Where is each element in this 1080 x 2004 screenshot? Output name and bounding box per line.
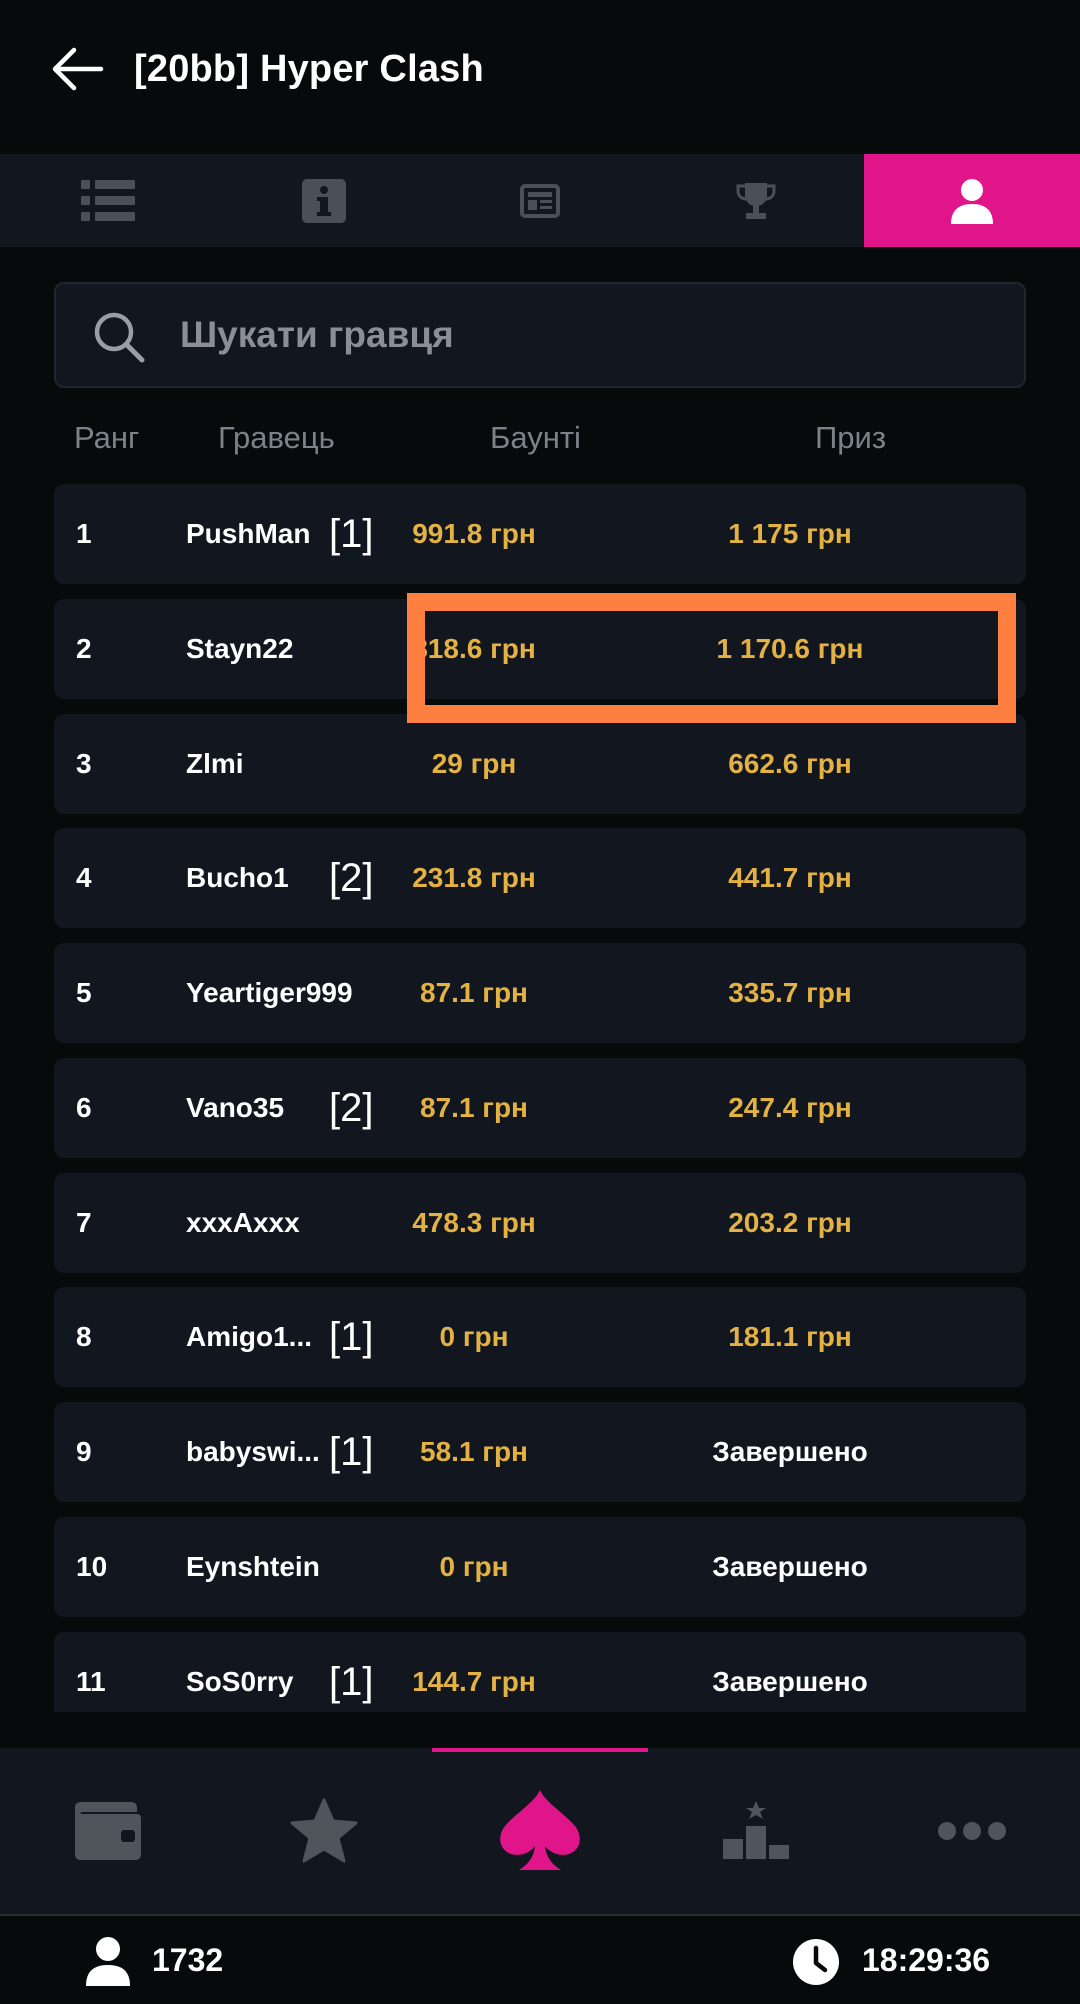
player-cell: Vano35 xyxy=(186,1092,285,1123)
table-row[interactable]: 3 Zlmi 29 грн 662.6 грн xyxy=(54,714,1026,814)
bottom-navigation xyxy=(0,1748,1080,1914)
table-row[interactable]: 8 Amigo1... [1] 0 грн 181.1 грн xyxy=(54,1287,1026,1387)
prize-cell: 1 170.6 грн xyxy=(716,633,864,664)
arrow-left-icon xyxy=(52,47,104,91)
tab-structure[interactable] xyxy=(432,154,648,247)
prize-cell: 203.2 грн xyxy=(728,1207,852,1238)
player-cell: SoS0rry xyxy=(186,1666,294,1697)
player-cell: Eynshtein xyxy=(186,1551,320,1582)
search-icon xyxy=(94,312,145,363)
rank-cell: 11 xyxy=(76,1666,106,1697)
user-count-icon xyxy=(86,1937,130,1986)
player-cell: Stayn22 xyxy=(186,633,294,664)
column-header-bounty: Баунті xyxy=(490,420,581,455)
table-row[interactable]: 7 xxxAxxx 478.3 грн 203.2 грн xyxy=(54,1173,1026,1273)
bounty-cell: 0 грн xyxy=(439,1321,509,1352)
rank-cell: 8 xyxy=(76,1321,92,1352)
nav-wallet[interactable] xyxy=(0,1748,216,1914)
bounty-cell: 58.1 грн xyxy=(420,1436,528,1467)
column-header-rank: Ранг xyxy=(74,420,140,455)
bounty-cell: 29 грн xyxy=(431,748,517,779)
nav-favorites[interactable] xyxy=(216,1748,432,1914)
tab-lobby[interactable] xyxy=(0,154,216,247)
player-cell: Zlmi xyxy=(186,748,244,779)
player-cell: xxxAxxx xyxy=(186,1207,300,1238)
table-row[interactable]: 4 Bucho1 [2] 231.8 грн 441.7 грн xyxy=(54,828,1026,928)
rank-cell: 9 xyxy=(76,1436,92,1467)
search-bar xyxy=(54,282,1026,388)
prize-cell: 1 175 грн xyxy=(728,518,852,549)
table-row[interactable]: 1 PushMan [1] 991.8 грн 1 175 грн xyxy=(54,484,1026,584)
wallet-icon xyxy=(75,1802,141,1860)
prize-cell: 247.4 грн xyxy=(728,1092,852,1123)
rank-cell: 10 xyxy=(76,1551,108,1582)
prize-cell: Завершено xyxy=(712,1436,868,1467)
rank-cell: 6 xyxy=(76,1092,92,1123)
tab-info[interactable] xyxy=(216,154,432,247)
prize-cell: 181.1 грн xyxy=(728,1321,852,1352)
table-row[interactable]: 5 Yeartiger999 87.1 грн 335.7 грн xyxy=(54,943,1026,1043)
page-title: [20bb] Hyper Clash xyxy=(134,48,484,90)
trophy-icon xyxy=(736,182,776,219)
column-header-player: Гравець xyxy=(218,420,335,455)
bounty-cell: 87.1 грн xyxy=(420,977,528,1008)
prize-cell: 441.7 грн xyxy=(728,862,852,893)
nav-more[interactable] xyxy=(864,1748,1080,1914)
players-table[interactable]: 1 PushMan [1] 991.8 грн 1 175 грн 2 Stay… xyxy=(54,484,1026,1712)
table-row[interactable]: 10 Eynshtein 0 грн Завершено xyxy=(54,1517,1026,1617)
nav-poker[interactable] xyxy=(432,1748,648,1914)
table-header: Ранг Гравець Баунті Приз xyxy=(0,412,1080,468)
search-input[interactable] xyxy=(180,284,1000,386)
player-cell: Bucho1 xyxy=(186,862,289,893)
clock-icon xyxy=(793,1939,839,1985)
table-row[interactable]: 11 SoS0rry [1] 144.7 грн Завершено xyxy=(54,1632,1026,1712)
rank-cell: 4 xyxy=(76,862,92,893)
rank-cell: 2 xyxy=(76,633,92,664)
prize-cell: 335.7 грн xyxy=(728,977,852,1008)
prize-cell: Завершено xyxy=(712,1551,868,1582)
status-bar: 1732 18:29:36 xyxy=(0,1914,1080,2004)
more-icon xyxy=(938,1822,1006,1840)
active-indicator xyxy=(432,1748,648,1752)
bounty-cell: 144.7 грн xyxy=(412,1666,536,1697)
rank-cell: 7 xyxy=(76,1207,92,1238)
player-cell: babyswi... xyxy=(186,1436,320,1467)
tournament-tabs xyxy=(0,154,1080,247)
tab-prizes[interactable] xyxy=(648,154,864,247)
player-cell: Yeartiger999 xyxy=(186,977,353,1008)
info-icon xyxy=(302,178,346,223)
table-row[interactable]: 9 babyswi... [1] 58.1 грн Завершено xyxy=(54,1402,1026,1502)
prize-cell: 662.6 грн xyxy=(728,748,852,779)
list-icon xyxy=(81,179,135,221)
rank-cell: 5 xyxy=(76,977,92,1008)
column-header-prize: Приз xyxy=(815,420,887,455)
spade-icon xyxy=(500,1790,580,1870)
player-icon xyxy=(951,178,993,224)
bounty-cell: 231.8 грн xyxy=(412,862,536,893)
table-row[interactable]: 6 Vano35 [2] 87.1 грн 247.4 грн xyxy=(54,1058,1026,1158)
bounty-cell: 991.8 грн xyxy=(412,518,536,549)
rank-cell: 3 xyxy=(76,748,92,779)
bounty-cell: 87.1 грн xyxy=(420,1092,528,1123)
structure-icon xyxy=(520,183,560,218)
bounty-cell: 818.6 грн xyxy=(412,633,536,664)
app-header: [20bb] Hyper Clash xyxy=(0,0,1080,154)
tab-players[interactable] xyxy=(864,154,1080,247)
players-count: 1732 xyxy=(152,1942,224,1978)
star-icon xyxy=(290,1798,358,1863)
player-cell: Amigo1... xyxy=(186,1321,313,1352)
back-button[interactable] xyxy=(46,42,108,96)
table-row[interactable]: 2 Stayn22 818.6 грн 1 170.6 грн xyxy=(54,599,1026,699)
nav-leaderboard[interactable] xyxy=(648,1748,864,1914)
bounty-cell: 0 грн xyxy=(439,1551,509,1582)
leaderboard-icon xyxy=(723,1801,789,1859)
prize-cell: Завершено xyxy=(712,1666,868,1697)
player-cell: PushMan xyxy=(186,518,311,549)
rank-cell: 1 xyxy=(76,518,92,549)
clock-time: 18:29:36 xyxy=(862,1942,991,1978)
bounty-cell: 478.3 грн xyxy=(412,1207,536,1238)
